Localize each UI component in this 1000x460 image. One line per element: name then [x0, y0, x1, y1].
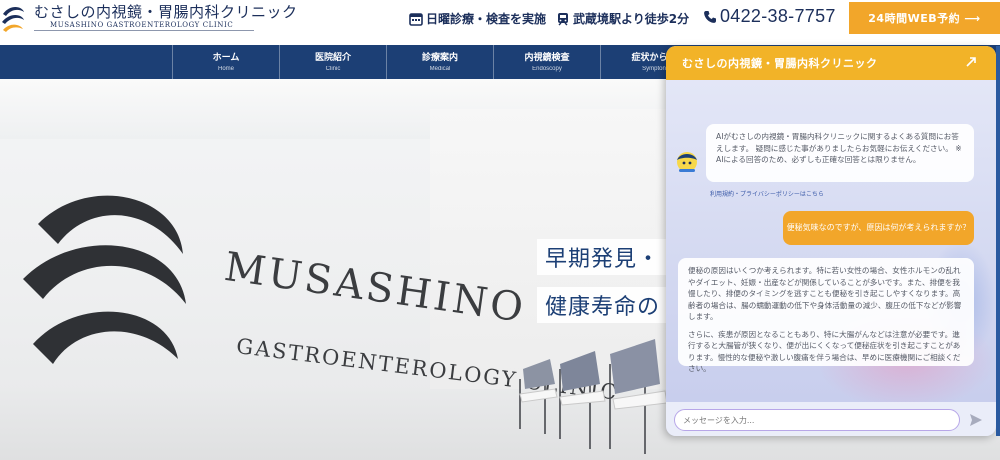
bot-avatar-icon — [677, 152, 697, 172]
privacy-policy-link[interactable]: 利用規約・プライバシーポリシーはこちら — [710, 189, 824, 198]
nav-label: 内視鏡検査 — [524, 53, 570, 63]
chat-messages[interactable]: AIがむさしの内視鏡・胃腸内科クリニックに関するよくある質問にお答えします。 疑… — [666, 80, 996, 410]
ai-chat-widget: むさしの内視鏡・胃腸内科クリニック AIがむさしの内視鏡・胃腸内科クリニックに関… — [666, 46, 996, 436]
answer-paragraph-2: さらに、疾患が原因となることもあり、特に大腸がんなどは注意が必要です。進行すると… — [688, 329, 961, 374]
nav-sublabel: Clinic — [325, 66, 341, 72]
nav-item-home[interactable]: ホーム Home — [172, 45, 279, 79]
train-icon — [558, 12, 568, 25]
hero-catchphrase-2: 健康寿命の — [537, 287, 667, 323]
minimize-icon[interactable] — [964, 55, 978, 69]
sunday-text: 日曜診療・検査を実施 — [426, 12, 547, 26]
chat-input-bar — [666, 402, 996, 436]
phone-text: 0422-38-7757 — [720, 6, 836, 26]
side-accent-bar — [996, 46, 1000, 436]
wall-logo-icon — [23, 195, 186, 364]
calendar-icon — [409, 12, 423, 26]
site-header: むさしの内視鏡・胃腸内科クリニック MUSASHINO GASTROENTERO… — [0, 0, 1000, 44]
nav-label: 医院紹介 — [314, 53, 351, 63]
message-input[interactable] — [674, 409, 960, 431]
nav-item-clinic[interactable]: 医院紹介 Clinic — [279, 45, 386, 79]
nav-item-endoscopy[interactable]: 内視鏡検査 Endoscopy — [493, 45, 600, 79]
page: むさしの内視鏡・胃腸内科クリニック MUSASHINO GASTROENTERO… — [0, 0, 1000, 460]
bot-answer-message: 便秘の原因はいくつか考えられます。特に若い女性の場合、女性ホルモンの乱れやダイエ… — [678, 258, 974, 373]
clinic-name[interactable]: むさしの内視鏡・胃腸内科クリニック — [34, 1, 298, 22]
phone-icon — [704, 10, 716, 23]
phone-number[interactable]: 0422-38-7757 — [703, 6, 836, 27]
nav-label: 診療案内 — [421, 53, 458, 63]
web-reservation-button[interactable]: 24時間WEB予約 ⟶ — [849, 2, 1000, 34]
bot-intro-message: AIがむさしの内視鏡・胃腸内科クリニックに関するよくある質問にお答えします。 疑… — [706, 124, 974, 182]
chat-title: むさしの内視鏡・胃腸内科クリニック — [682, 57, 878, 70]
station-info: 武蔵境駅より徒歩2分 — [556, 10, 689, 27]
send-icon[interactable] — [968, 412, 984, 428]
answer-paragraph-1: 便秘の原因はいくつか考えられます。特に若い女性の場合、女性ホルモンの乱れやダイエ… — [688, 266, 962, 321]
station-text: 武蔵境駅より徒歩2分 — [573, 12, 690, 26]
nav-label: ホーム — [212, 53, 240, 63]
nav-item-medical[interactable]: 診療案内 Medical — [386, 45, 493, 79]
sunday-info: 日曜診療・検査を実施 — [409, 10, 546, 27]
waiting-chairs — [519, 339, 668, 454]
clinic-logo-icon[interactable] — [0, 2, 26, 38]
nav-sublabel: Endoscopy — [532, 66, 562, 72]
chat-header: むさしの内視鏡・胃腸内科クリニック — [666, 46, 996, 80]
logo-underline — [34, 30, 254, 31]
nav-sublabel: Medical — [429, 66, 451, 72]
clinic-name-english: MUSASHINO GASTROENTEROLOGY CLINIC — [50, 21, 234, 29]
user-message: 便秘気味なのですが、原因は何が考えられますか？ — [783, 211, 974, 245]
nav-sublabel: Home — [217, 66, 234, 72]
hero-catchphrase-1: 早期発見・ — [537, 239, 667, 275]
